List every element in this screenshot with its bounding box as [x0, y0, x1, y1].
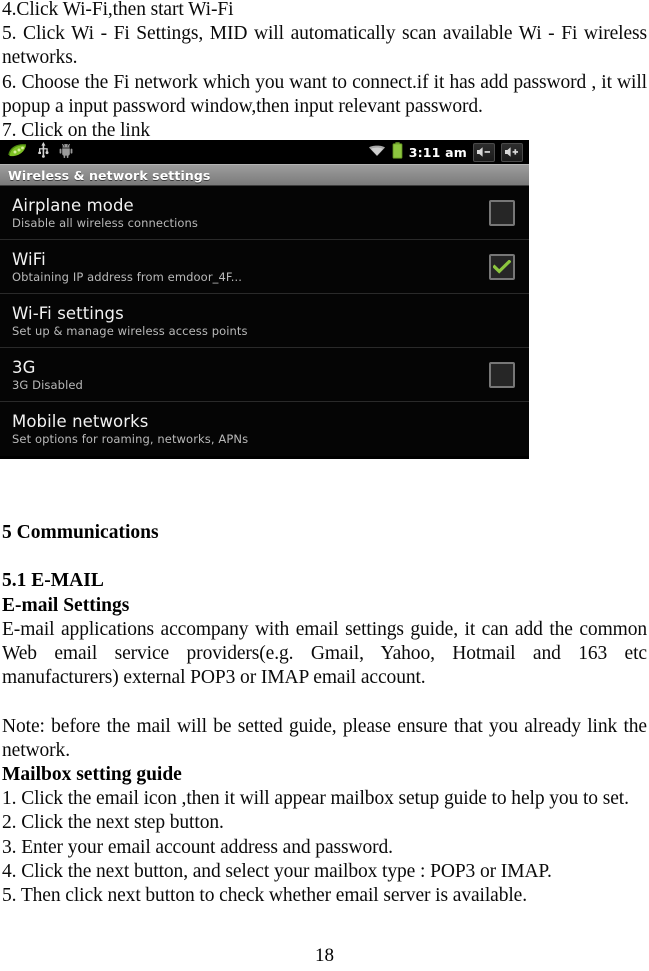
row-title: Airplane mode [12, 195, 134, 215]
wifi-signal-icon [368, 143, 386, 162]
manual-page: 4.Click Wi-Fi,then start Wi-Fi 5. Click … [0, 0, 649, 971]
row-control [489, 361, 515, 388]
row-subtitle: 3G Disabled [12, 377, 83, 392]
settings-row-3g[interactable]: 3G 3G Disabled [0, 348, 529, 402]
row-control [489, 199, 515, 226]
email-paragraph: E-mail applications accompany with email… [2, 618, 647, 689]
mailbox-step-4: 4. Click the next button, and select you… [2, 860, 552, 882]
status-bar-clock: 3:11 am [408, 144, 467, 160]
volume-down-icon[interactable] [473, 142, 495, 162]
mailbox-step-2: 2. Click the next step button. [2, 812, 224, 834]
instruction-line-4: 4.Click Wi-Fi,then start Wi-Fi [2, 0, 234, 20]
screen-title: Wireless & network settings [8, 167, 211, 183]
pea-pod-icon [8, 143, 28, 162]
row-control [489, 253, 515, 280]
instruction-line-5: 5. Click Wi - Fi Settings, MID will auto… [2, 23, 647, 69]
instructions-block: 4.Click Wi-Fi,then start Wi-Fi 5. Click … [2, 0, 647, 143]
mailbox-step-5: 5. Then click next button to check wheth… [2, 885, 528, 907]
subsection-heading: 5.1 E-MAIL [2, 570, 104, 592]
usb-icon [38, 142, 49, 162]
status-bar: 3:11 am [0, 140, 529, 164]
status-bar-left-icons [4, 142, 73, 162]
row-texts: Airplane mode Disable all wireless conne… [12, 196, 198, 230]
volume-up-icon[interactable] [501, 142, 523, 162]
android-settings-screenshot: 3:11 am Wireless & network settings Airp… [0, 140, 529, 459]
3g-checkbox-unchecked[interactable] [489, 361, 515, 388]
row-texts: Mobile networks Set options for roaming,… [12, 412, 248, 446]
mailbox-step-3: 3. Enter your email account address and … [2, 836, 393, 858]
settings-row-airplane-mode[interactable]: Airplane mode Disable all wireless conne… [0, 186, 529, 240]
android-bug-icon [59, 143, 73, 162]
battery-full-icon [392, 141, 403, 163]
airplane-mode-checkbox-unchecked[interactable] [489, 199, 515, 226]
wifi-checkbox-checked[interactable] [489, 253, 515, 280]
settings-row-wifi[interactable]: WiFi Obtaining IP address from emdoor_4F… [0, 240, 529, 294]
section-heading: 5 Communications [2, 522, 159, 543]
row-texts: WiFi Obtaining IP address from emdoor_4F… [12, 250, 242, 284]
status-bar-right-icons: 3:11 am [368, 141, 525, 163]
row-texts: Wi-Fi settings Set up & manage wireless … [12, 304, 248, 338]
check-icon [493, 259, 511, 274]
subsubsection-heading: E-mail Settings [2, 594, 130, 616]
mailbox-setting-heading: Mailbox setting guide [2, 764, 182, 785]
settings-row-wifi-settings[interactable]: Wi-Fi settings Set up & manage wireless … [0, 294, 529, 348]
row-title: Wi-Fi settings [12, 303, 124, 323]
row-subtitle: Set options for roaming, networks, APNs [12, 432, 249, 446]
page-number: 18 [315, 945, 334, 966]
note-paragraph: Note: before the mail will be setted gui… [2, 715, 647, 761]
row-title: 3G [12, 357, 36, 377]
row-title: Mobile networks [12, 412, 149, 431]
row-subtitle: Set up & manage wireless access points [12, 323, 248, 338]
screen-title-bar: Wireless & network settings [0, 164, 529, 186]
row-title: WiFi [12, 249, 46, 269]
instruction-line-6: 6. Choose the Fi network which you want … [2, 71, 647, 117]
communications-section: 5 Communications 5.1 E-MAIL E-mail Setti… [2, 521, 647, 908]
row-subtitle: Disable all wireless connections [12, 215, 199, 230]
row-texts: 3G 3G Disabled [12, 358, 83, 392]
row-subtitle: Obtaining IP address from emdoor_4F... [12, 269, 243, 284]
settings-row-mobile-networks[interactable]: Mobile networks Set options for roaming,… [0, 402, 529, 456]
settings-list: Airplane mode Disable all wireless conne… [0, 186, 529, 456]
mailbox-step-1: 1. Click the email icon ,then it will ap… [2, 788, 629, 810]
